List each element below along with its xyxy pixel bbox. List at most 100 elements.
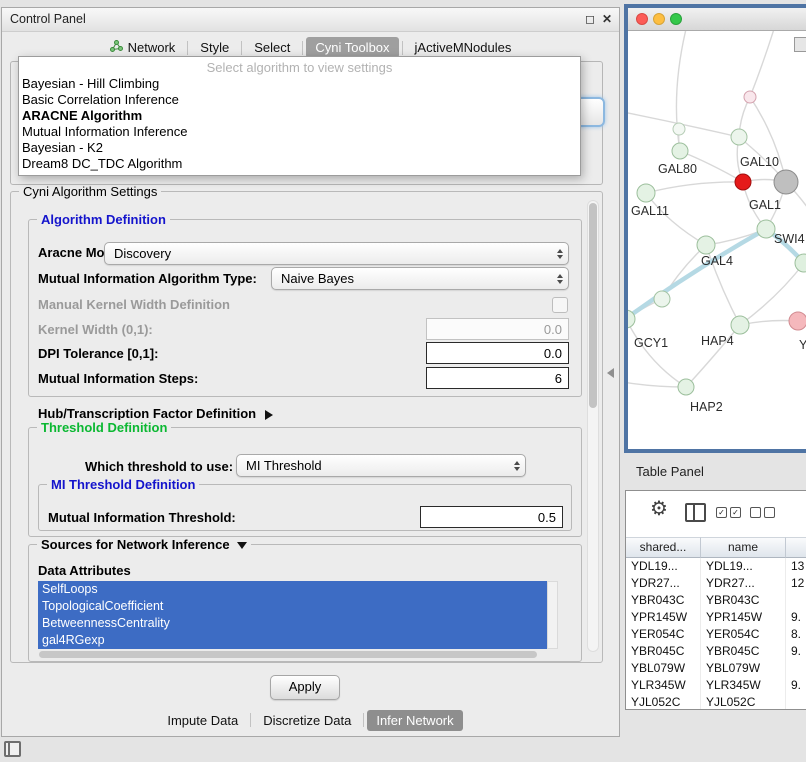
attributes-horizontal-scrollbar[interactable] [39,651,545,659]
tab-impute-data[interactable]: Impute Data [158,710,247,731]
mi-threshold-field[interactable] [420,506,563,528]
table-cell [786,592,806,609]
algorithm-option[interactable]: ARACNE Algorithm [19,108,580,124]
node-label: HAP4 [701,334,734,348]
network-node-gal1[interactable] [757,220,775,238]
network-node[interactable] [735,174,751,190]
network-node[interactable] [731,129,747,145]
algorithm-option[interactable]: Mutual Information Inference [19,124,580,140]
network-node[interactable] [744,91,756,103]
attribute-item[interactable]: BetweennessCentrality [38,615,547,632]
network-node-hap2[interactable] [678,379,694,395]
table-row[interactable]: YER054CYER054C8. [626,626,806,643]
table-cell: YPR145W [701,609,786,626]
attribute-item[interactable]: gal4RGexp [38,632,547,649]
data-attributes-label: Data Attributes [38,560,131,582]
mi-steps-field[interactable] [426,367,569,389]
network-edge[interactable] [628,319,686,387]
network-canvas[interactable]: GAL80GAL10GAL11GAL1SWI4GAL4GCY1HAP4YHAP2 [628,31,806,449]
table-row[interactable]: YBR045CYBR045C9. [626,643,806,660]
algorithm-option[interactable]: Dream8 DC_TDC Algorithm [19,156,580,172]
tab-cyni-toolbox[interactable]: Cyni Toolbox [306,37,398,58]
close-traffic-light-icon[interactable] [636,13,648,25]
network-node-gal4[interactable] [697,236,715,254]
tab-discretize-data[interactable]: Discretize Data [254,710,360,731]
attribute-item[interactable]: SelfLoops [38,581,547,598]
table-cell: YBR043C [626,592,701,609]
network-edge[interactable] [750,97,786,182]
table-row[interactable]: YBL079WYBL079W [626,660,806,677]
float-window-icon[interactable]: ◻ [585,12,595,27]
tab-label: Network [128,40,176,55]
network-edge[interactable] [750,31,778,97]
node-label: GAL1 [749,198,781,212]
control-panel: Control Panel ◻ ✕ NetworkStyleSelectCyni… [1,7,620,737]
deselect-all-icon[interactable] [750,507,778,525]
dpi-tolerance-field[interactable] [426,342,569,364]
table-row[interactable]: YJL052CYJL052C [626,694,806,710]
table-cell: YBL079W [626,660,701,677]
column-layout-icon[interactable] [685,503,706,522]
table-row[interactable]: YBR043CYBR043C [626,592,806,609]
tab-style[interactable]: Style [191,37,238,58]
popup-placeholder: Select algorithm to view settings [19,59,580,76]
table-cell: YBL079W [701,660,786,677]
network-node-gal10[interactable] [774,170,798,194]
tab-label: Infer Network [376,713,453,728]
tab-separator [302,41,303,55]
manual-kernel-width-checkbox[interactable] [552,297,568,313]
network-node[interactable] [654,291,670,307]
scrollbar-thumb[interactable] [589,203,597,408]
tab-jactivemnodules[interactable]: jActiveMNodules [406,37,521,58]
column-header[interactable] [786,537,806,558]
network-node[interactable] [789,312,806,330]
algorithm-option[interactable]: Bayesian - K2 [19,140,580,156]
column-header[interactable]: shared... [626,537,701,558]
node-label: GAL11 [631,204,669,218]
scrollbar-thumb[interactable] [39,651,537,658]
settings-scrollbar[interactable] [587,200,599,652]
tab-label: Select [254,40,290,55]
settings-group-title: Cyni Algorithm Settings [19,184,161,199]
settings-gear-icon[interactable]: ⚙ [650,497,668,521]
data-attributes-list: SelfLoopsTopologicalCoefficientBetweenne… [38,581,547,649]
network-edge[interactable] [646,193,706,245]
tab-network[interactable]: Network [101,37,185,58]
table-row[interactable]: YDL19...YDL19...13 [626,558,806,575]
collapsed-panel-icon[interactable] [4,741,21,757]
network-node-gal11[interactable] [637,184,655,202]
mi-algorithm-type-combobox[interactable]: Naive Bayes [271,267,569,290]
network-node-hap4[interactable] [731,316,749,334]
kernel-width-field[interactable] [426,318,569,340]
table-row[interactable]: YDR27...YDR27...12 [626,575,806,592]
table-row[interactable]: YPR145WYPR145W9. [626,609,806,626]
network-edge[interactable] [646,182,743,193]
tab-infer-network[interactable]: Infer Network [367,710,462,731]
network-node[interactable] [673,123,685,135]
minimize-traffic-light-icon[interactable] [653,13,665,25]
which-threshold-combobox[interactable]: MI Threshold [236,454,526,477]
sources-group-title[interactable]: Sources for Network Inference [37,537,251,552]
attributes-vertical-scrollbar[interactable] [547,581,558,649]
aracne-mode-combobox[interactable]: Discovery [104,242,569,265]
algorithm-option[interactable]: Basic Correlation Inference [19,92,580,108]
node-label: GAL10 [740,155,779,169]
tab-label: Style [200,40,229,55]
attribute-item[interactable]: TopologicalCoefficient [38,598,547,615]
tab-select[interactable]: Select [245,37,299,58]
table-cell: YDR27... [626,575,701,592]
apply-button[interactable]: Apply [270,675,340,700]
node-label: GAL4 [701,254,733,268]
table-cell: YLR345W [701,677,786,694]
algorithm-popup-list: Bayesian - Hill ClimbingBasic Correlatio… [19,76,580,172]
column-header[interactable]: name [701,537,786,558]
network-node-gal80[interactable] [672,143,688,159]
select-all-icon[interactable] [716,507,744,525]
panel-collapse-arrow-icon[interactable] [607,368,614,378]
table-row[interactable]: YLR345WYLR345W9. [626,677,806,694]
close-icon[interactable]: ✕ [602,12,612,27]
zoom-traffic-light-icon[interactable] [670,13,682,25]
algorithm-option[interactable]: Bayesian - Hill Climbing [19,76,580,92]
tab-separator [187,41,188,55]
birdseye-toggle-icon[interactable] [794,37,806,52]
